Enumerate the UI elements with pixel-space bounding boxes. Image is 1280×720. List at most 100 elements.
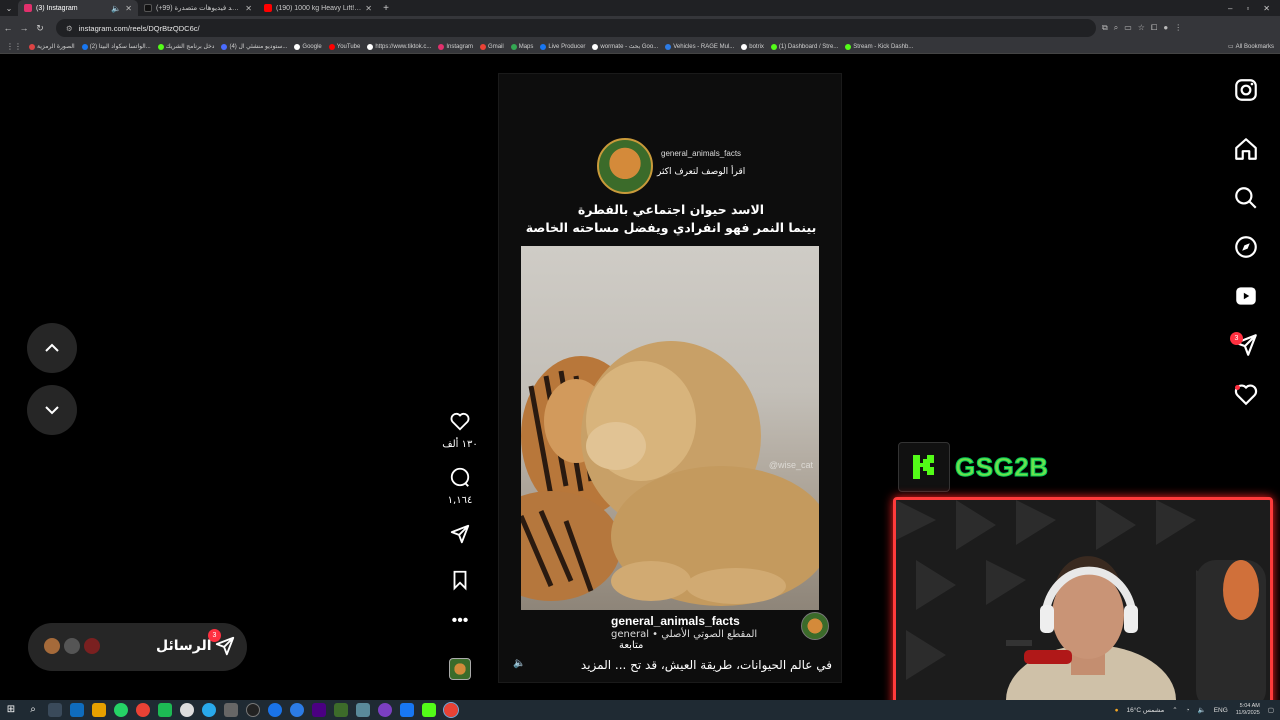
messages-drawer-button[interactable]: الرسائل 3 (28, 623, 247, 671)
like-button[interactable]: ١٣٠ ألف (440, 410, 480, 450)
apps-icon[interactable]: ⋮⋮ (6, 42, 22, 51)
tray-arrow-icon[interactable]: ⌃ (1172, 706, 1177, 714)
instagram-logo-icon[interactable] (1233, 77, 1259, 103)
comment-button[interactable]: ١,١٦٤ (440, 466, 480, 506)
bookmark-item[interactable]: Live Producer (540, 43, 585, 50)
url-input[interactable]: ⚙ instagram.com/reels/DQrBtzQDC6c/ (56, 19, 1096, 37)
chevron-up-icon (45, 343, 59, 352)
app-icon[interactable] (224, 703, 238, 717)
new-tab-button[interactable]: + (378, 3, 394, 14)
bookmark-item[interactable]: الصورة الرمزية (29, 43, 75, 50)
all-bookmarks[interactable]: ▭ All Bookmarks (1228, 43, 1280, 51)
menu-icon[interactable]: ⋮ (1174, 23, 1182, 33)
app-icon[interactable] (268, 703, 282, 717)
kick-app-icon[interactable] (422, 703, 436, 717)
reel-owner-username[interactable]: general_animals_facts (611, 614, 740, 628)
cast-icon[interactable]: ▭ (1124, 23, 1132, 33)
address-bar-row: ← → ↻ ⚙ instagram.com/reels/DQrBtzQDC6c/… (0, 16, 1280, 40)
tab-tiktok[interactable]: (+99) شاهد فيديوهات متصدرة ✕ (138, 0, 258, 16)
volume-icon[interactable]: 🔈 (1198, 706, 1206, 714)
comment-icon (450, 467, 470, 487)
close-icon[interactable]: ✕ (365, 4, 372, 13)
bookmark-item[interactable]: https://www.tiktok.c... (367, 43, 431, 50)
app-icon[interactable] (312, 703, 326, 717)
weather-text[interactable]: 16°C مشمس (1127, 706, 1165, 714)
bookmark-item[interactable]: (4) ستوديو منشئي ال... (221, 43, 287, 50)
zoom-icon[interactable]: ⌕ (1114, 23, 1118, 33)
app-icon[interactable] (158, 703, 172, 717)
language-indicator[interactable]: ENG (1214, 707, 1228, 714)
task-view-icon[interactable] (48, 703, 62, 717)
app-icon[interactable] (356, 703, 370, 717)
profile-icon[interactable]: ● (1163, 23, 1168, 33)
follow-button[interactable]: متابعة (619, 640, 643, 651)
reel-player[interactable]: general_animals_facts اقرأ الوصف لتعرف ا… (498, 73, 842, 683)
next-reel-button[interactable] (27, 385, 77, 435)
search-icon[interactable]: ⌕ (26, 703, 40, 717)
bookmark-item[interactable]: YouTube (328, 43, 360, 50)
tab-youtube[interactable]: (190) 1000 kg Heavy Lift! U.S. M ✕ (258, 0, 378, 16)
whatsapp-icon[interactable] (114, 703, 128, 717)
minimize-button[interactable]: – (1228, 4, 1232, 13)
tab-instagram[interactable]: (3) Instagram 🔈 ✕ (18, 0, 138, 16)
forward-icon[interactable]: → (16, 23, 32, 33)
previous-reel-button[interactable] (27, 323, 77, 373)
close-window-button[interactable]: ✕ (1263, 4, 1270, 13)
bookmark-icon (221, 43, 228, 50)
reel-owner-avatar[interactable] (801, 612, 829, 640)
copilot-icon[interactable] (70, 703, 84, 717)
close-icon[interactable]: ✕ (245, 4, 252, 13)
save-button[interactable] (440, 569, 480, 596)
search-icon[interactable] (1233, 185, 1259, 211)
back-icon[interactable]: ← (0, 23, 16, 33)
explore-icon[interactable] (1233, 234, 1259, 260)
audio-icon[interactable]: 🔈 (111, 4, 121, 13)
notification-center-icon[interactable]: ▢ (1268, 706, 1274, 714)
translate-icon[interactable]: ⧉ (1102, 23, 1108, 33)
file-explorer-icon[interactable] (92, 703, 106, 717)
more-options-icon[interactable]: ••• (440, 613, 480, 629)
network-icon[interactable]: ◔ (1186, 707, 1190, 714)
audio-cover-image (449, 658, 471, 680)
bookmark-item[interactable]: Instagram (438, 43, 473, 50)
mute-icon[interactable]: 🔈 (513, 658, 531, 676)
bookmark-item[interactable]: botrix (741, 43, 764, 50)
telegram-icon[interactable] (202, 703, 216, 717)
app-icon[interactable] (378, 703, 392, 717)
obs-icon[interactable] (246, 703, 260, 717)
reel-video[interactable]: @wise_cat (521, 246, 819, 610)
site-info-icon[interactable]: ⚙ (66, 24, 73, 33)
app-icon[interactable] (400, 703, 414, 717)
bookmark-item[interactable]: Gmail (480, 43, 504, 50)
bookmark-item[interactable]: Google (294, 43, 322, 50)
share-button[interactable] (440, 523, 480, 550)
bookmark-item[interactable]: Stream - Kick Dashb... (845, 43, 913, 50)
chrome-active-icon[interactable] (443, 702, 459, 718)
bookmark-item[interactable]: wormate - بحث Goo... (592, 43, 658, 50)
reload-icon[interactable]: ↻ (32, 23, 48, 34)
chrome-icon[interactable] (136, 703, 150, 717)
reels-icon[interactable] (1233, 283, 1259, 309)
app-icon[interactable] (290, 703, 304, 717)
close-icon[interactable]: ✕ (125, 4, 132, 13)
audio-thumbnail[interactable] (440, 658, 480, 680)
extensions-icon[interactable]: ⧠ (1151, 23, 1157, 33)
bookmark-item[interactable]: Maps (510, 43, 533, 50)
messages-count-badge: 3 (208, 629, 221, 642)
star-icon[interactable]: ☆ (1138, 23, 1145, 33)
channel-avatar[interactable] (597, 138, 653, 194)
bookmark-item[interactable]: (1) Dashboard / Stre... (770, 43, 838, 50)
bookmark-item[interactable]: Vehicles - RAGE Mul... (665, 43, 734, 50)
windows-start-icon[interactable]: ⊞ (4, 703, 18, 717)
clock[interactable]: 5:04 AM 11/9/2025 (1236, 703, 1260, 717)
bookmark-item[interactable]: دخل برنامج الشريك (157, 43, 214, 50)
tab-search-icon[interactable]: ⌄ (0, 4, 18, 13)
home-icon[interactable] (1233, 136, 1259, 162)
app-icon[interactable] (180, 703, 194, 717)
maximize-button[interactable]: ▫ (1246, 4, 1249, 13)
reel-audio-label[interactable]: general • المقطع الصوتي الأصلي (611, 629, 757, 640)
bookmark-icon (741, 43, 748, 50)
reel-description[interactable]: في عالم الحيوانات، طريقة العيش، قد تح ..… (567, 658, 832, 672)
bookmark-item[interactable]: (2) الواتسا سكواد البيتا... (81, 43, 151, 50)
app-icon[interactable] (334, 703, 348, 717)
